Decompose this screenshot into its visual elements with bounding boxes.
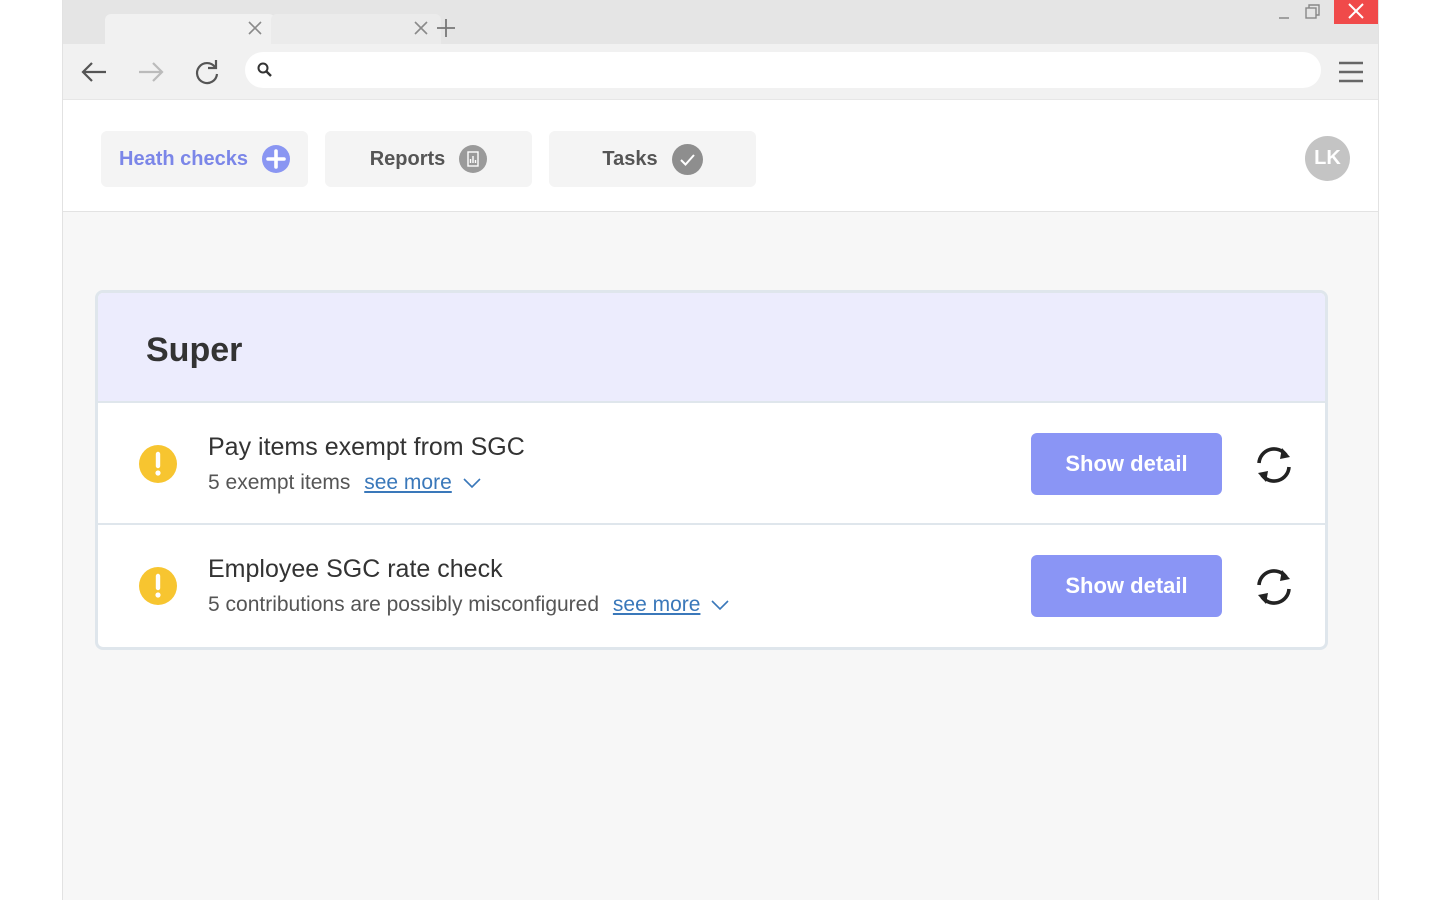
address-bar[interactable] [245, 52, 1321, 88]
warning-icon [139, 445, 177, 483]
item-subtitle: 5 contributions are possibly misconfigur… [208, 593, 730, 617]
forward-arrow-icon[interactable] [134, 55, 168, 89]
show-detail-button[interactable]: Show detail [1031, 555, 1222, 617]
close-icon[interactable] [245, 18, 265, 38]
tab-label: Tasks [602, 147, 658, 170]
reload-icon[interactable] [190, 55, 224, 89]
card-header: Super [98, 293, 1325, 403]
tab-label: Reports [369, 147, 446, 170]
browser-window: Heath checks Reports Tasks LK Super Pay … [62, 0, 1379, 900]
browser-navbar [63, 44, 1378, 100]
refresh-icon[interactable] [1252, 565, 1296, 609]
browser-tab[interactable] [105, 14, 275, 44]
item-title: Employee SGC rate check [208, 555, 503, 583]
warning-icon [139, 567, 177, 605]
chevron-down-icon[interactable] [462, 476, 482, 490]
plus-icon[interactable] [435, 17, 457, 39]
report-icon [459, 145, 488, 173]
item-subtitle-text: 5 exempt items [208, 471, 351, 494]
item-title: Pay items exempt from SGC [208, 433, 525, 461]
restore-icon[interactable] [1298, 0, 1328, 24]
chevron-down-icon[interactable] [710, 598, 730, 612]
see-more-link[interactable]: see more [364, 471, 452, 494]
browser-tab[interactable] [271, 14, 441, 44]
avatar[interactable]: LK [1305, 136, 1350, 181]
search-icon [257, 62, 272, 77]
close-icon [1348, 3, 1364, 19]
card-title: Super [146, 331, 243, 369]
window-close-button[interactable] [1334, 0, 1378, 24]
tab-tasks[interactable]: Tasks [549, 131, 756, 187]
see-more-link[interactable]: see more [613, 593, 701, 616]
app-header: Heath checks Reports Tasks LK [63, 100, 1378, 212]
tab-label: Heath checks [119, 147, 248, 170]
list-item: Employee SGC rate check 5 contributions … [98, 525, 1325, 647]
close-icon[interactable] [411, 18, 431, 38]
item-subtitle: 5 exempt items see more [208, 471, 482, 495]
list-item: Pay items exempt from SGC 5 exempt items… [98, 403, 1325, 525]
refresh-icon[interactable] [1252, 443, 1296, 487]
plus-circle-icon [261, 145, 290, 173]
url-input[interactable] [285, 52, 1305, 88]
check-circle-icon [671, 143, 703, 175]
tab-health-checks[interactable]: Heath checks [101, 131, 308, 187]
minimize-icon[interactable] [1270, 0, 1300, 24]
item-subtitle-text: 5 contributions are possibly misconfigur… [208, 593, 600, 616]
back-arrow-icon[interactable] [77, 55, 111, 89]
show-detail-button[interactable]: Show detail [1031, 433, 1222, 495]
super-card: Super Pay items exempt from SGC 5 exempt… [95, 290, 1328, 650]
browser-tabstrip [63, 0, 1378, 44]
tab-reports[interactable]: Reports [325, 131, 532, 187]
hamburger-menu-icon[interactable] [1336, 57, 1366, 87]
